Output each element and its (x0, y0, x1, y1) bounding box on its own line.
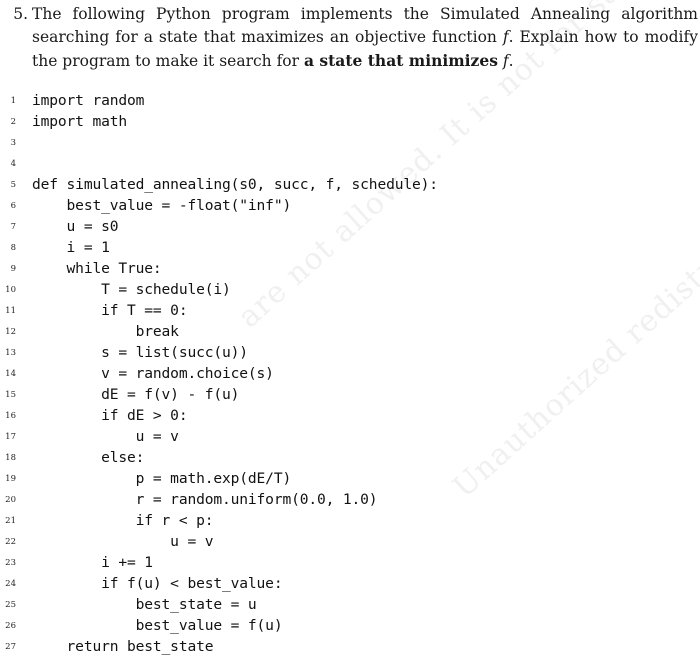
code-line: 22 u = v (0, 531, 700, 552)
code-line-number: 12 (5, 327, 16, 337)
code-line-text: i = 1 (32, 239, 110, 256)
prompt-segment-3: . (508, 52, 514, 70)
code-line-text: u = s0 (32, 218, 119, 235)
code-line: 17 u = v (0, 426, 700, 447)
code-line: 2 import math (0, 111, 700, 132)
code-line-text: return best_state (32, 638, 214, 655)
code-line-number: 11 (5, 306, 16, 316)
code-line: 7 u = s0 (0, 216, 700, 237)
code-line-text: else: (32, 449, 145, 466)
code-line: 26 best_value = f(u) (0, 615, 700, 636)
document-page: 5. The following Python program implemen… (0, 0, 700, 669)
code-line: 6 best_value = -float("inf") (0, 195, 700, 216)
code-line: 10 T = schedule(i) (0, 279, 700, 300)
code-line-number: 15 (5, 390, 16, 400)
code-line-text: best_state = u (32, 596, 257, 613)
prompt-bold-phrase: a state that minimizes (303, 51, 498, 70)
code-line-text: T = schedule(i) (32, 281, 231, 298)
code-line-number: 14 (5, 369, 16, 379)
code-line-number: 25 (5, 600, 16, 610)
code-line-number: 19 (5, 474, 16, 484)
code-line-text: p = math.exp(dE/T) (32, 470, 292, 487)
code-line: 27 return best_state (0, 636, 700, 657)
code-line-number: 6 (10, 201, 16, 211)
code-line-text: if T == 0: (32, 302, 188, 319)
code-line: 3 (0, 132, 700, 153)
code-line-text: s = list(succ(u)) (32, 344, 248, 361)
exercise-number: 5. (13, 5, 28, 23)
code-line-number: 4 (10, 159, 16, 169)
code-line-number: 16 (5, 411, 16, 421)
code-line-number: 9 (10, 264, 16, 274)
code-line: 1 import random (0, 90, 700, 111)
exercise-question-block: 5. The following Python program implemen… (0, 0, 700, 73)
code-line: 23 i += 1 (0, 552, 700, 573)
code-line-number: 27 (5, 642, 16, 652)
exercise-prompt-text: The following Python program implements … (32, 3, 698, 73)
code-line-number: 21 (5, 516, 16, 526)
code-line-number: 23 (5, 558, 16, 568)
code-line-number: 10 (5, 285, 16, 295)
code-line-number: 20 (5, 495, 16, 505)
code-line: 25 best_state = u (0, 594, 700, 615)
code-line: 24 if f(u) < best_value: (0, 573, 700, 594)
code-line-text: import random (32, 92, 145, 109)
code-line: 5 def simulated_annealing(s0, succ, f, sc… (0, 174, 700, 195)
code-line: 14 v = random.choice(s) (0, 363, 700, 384)
code-line-number: 8 (10, 243, 16, 253)
code-line-text: best_value = -float("inf") (32, 197, 292, 214)
code-line-text: dE = f(v) - f(u) (32, 386, 240, 403)
code-line-number: 22 (5, 537, 16, 547)
code-line: 9 while True: (0, 258, 700, 279)
code-line: 12 break (0, 321, 700, 342)
code-line-number: 1 (10, 96, 16, 106)
code-line-number: 5 (10, 180, 16, 190)
code-line: 11 if T == 0: (0, 300, 700, 321)
code-line-text: best_value = f(u) (32, 617, 283, 634)
code-line-number: 24 (5, 579, 16, 589)
code-line-text: def simulated_annealing(s0, succ, f, sch… (32, 176, 438, 193)
code-line: 13 s = list(succ(u)) (0, 342, 700, 363)
code-line: 21 if r < p: (0, 510, 700, 531)
code-line: 4 (0, 153, 700, 174)
code-line: 20 r = random.uniform(0.0, 1.0) (0, 489, 700, 510)
code-line-text: v = random.choice(s) (32, 365, 274, 382)
code-line-text: import math (32, 113, 127, 130)
code-line-number: 17 (5, 432, 16, 442)
code-line-text: r = random.uniform(0.0, 1.0) (32, 491, 378, 508)
code-line-number: 2 (10, 117, 16, 127)
code-line-number: 13 (5, 348, 16, 358)
code-line-number: 7 (10, 222, 16, 232)
code-line: 19 p = math.exp(dE/T) (0, 468, 700, 489)
code-line-text: u = v (32, 533, 214, 550)
code-line: 18 else: (0, 447, 700, 468)
code-line: 15 dE = f(v) - f(u) (0, 384, 700, 405)
code-line-number: 18 (5, 453, 16, 463)
code-line-text: u = v (32, 428, 179, 445)
code-line-text: if f(u) < best_value: (32, 575, 283, 592)
code-line-text: if r < p: (32, 512, 214, 529)
python-code-listing: 1 import random 2 import math 3 4 5 def simulat… (0, 90, 700, 657)
code-line-text: if dE > 0: (32, 407, 188, 424)
code-line-number: 3 (10, 138, 16, 148)
code-line-number: 26 (5, 621, 16, 631)
code-line-text: while True: (32, 260, 162, 277)
code-line: 8 i = 1 (0, 237, 700, 258)
code-line-text: break (32, 323, 179, 340)
code-line-text: i += 1 (32, 554, 153, 571)
code-line: 16 if dE > 0: (0, 405, 700, 426)
